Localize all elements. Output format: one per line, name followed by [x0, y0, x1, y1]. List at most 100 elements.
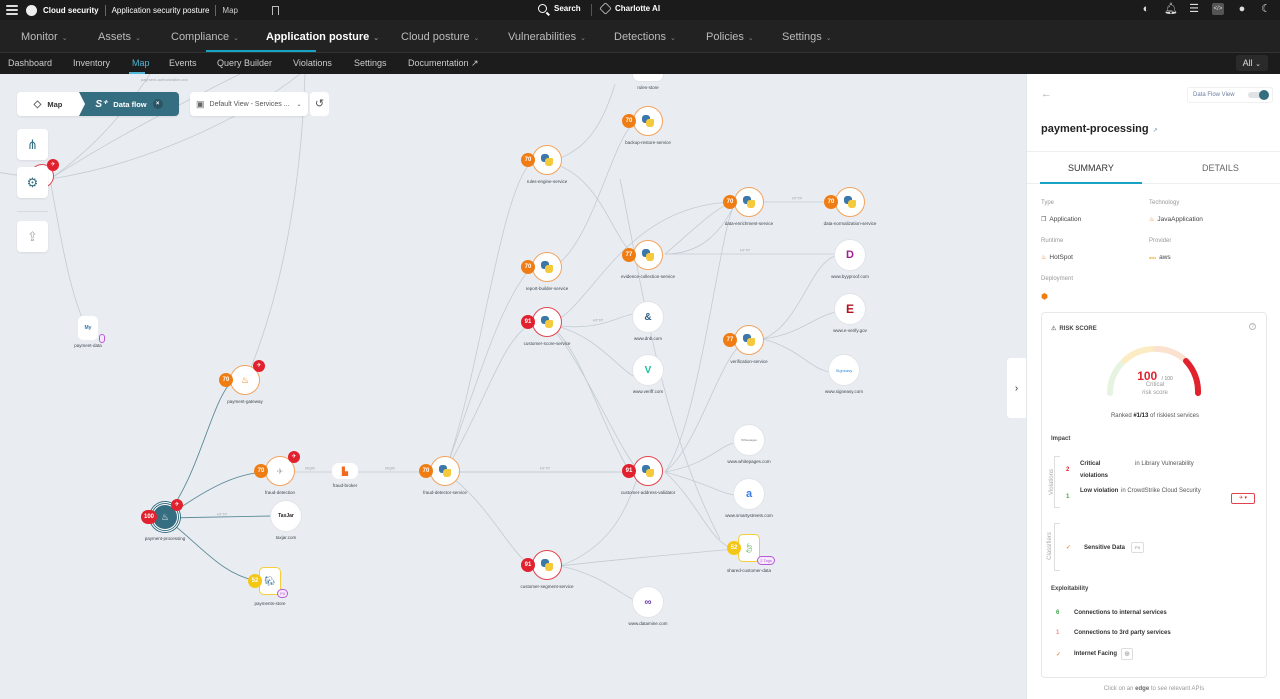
toggle-switch[interactable] — [1248, 90, 1269, 100]
collapse-panel-button[interactable]: › — [1007, 358, 1026, 418]
edge-label[interactable]: HTTP — [217, 512, 227, 517]
nav-application-posture[interactable]: Application posture ⌄ — [266, 31, 379, 43]
risk-ranking: Ranked #1/13 of riskiest services — [1110, 413, 1200, 419]
subnav-dashboard[interactable]: Dashboard — [8, 58, 52, 68]
chevron-down-icon: ⌄ — [473, 35, 480, 42]
connect-icon[interactable]: ◐ — [1140, 3, 1152, 15]
graph-node-fraud-detection[interactable]: ✈ 70 ✈ fraud-detection — [254, 451, 300, 495]
graph-node-smartystreets[interactable]: a www.smartystreets.com — [725, 479, 773, 518]
node-label: report-builder-service — [525, 286, 569, 291]
settings-button[interactable]: ⚙ — [17, 167, 48, 198]
crowdstrike-alert-icon: ✈ — [47, 159, 59, 171]
subnav-settings[interactable]: Settings — [354, 58, 387, 68]
subnav-map[interactable]: Map — [132, 58, 150, 68]
subnav-events[interactable]: Events — [169, 58, 197, 68]
tab-details[interactable]: DETAILS — [1202, 163, 1239, 173]
breadcrumb-section[interactable]: Application security posture — [112, 6, 210, 15]
graph-node-signeasy[interactable]: Signeasy www.signeasy.com — [825, 355, 863, 394]
nav-compliance[interactable]: Compliance ⌄ — [171, 31, 239, 43]
node-label-payment-authorization-svc[interactable]: payment-authorization-svc — [141, 77, 188, 82]
graph-node-customer-score-service[interactable]: 91 customer-score-service — [521, 307, 570, 346]
graph-node-payments-store[interactable]: 🐘︎ 52 PII payments-store — [248, 567, 288, 606]
nav-label: Cloud posture — [401, 31, 470, 43]
divider — [17, 211, 48, 212]
hierarchy-layout-button[interactable]: ⋔ — [17, 129, 48, 160]
nav-vulnerabilities[interactable]: Vulnerabilities ⌄ — [508, 31, 586, 43]
nav-monitor[interactable]: Monitor ⌄ — [21, 31, 68, 43]
back-arrow-icon[interactable]: ← — [1041, 88, 1052, 100]
graph-node-verification-service[interactable]: 77 verification-service — [723, 325, 768, 364]
graph-node-whitepages[interactable]: Whitepages www.whitepages.com — [727, 425, 771, 464]
toggle-label: Data Flow View — [1193, 92, 1235, 98]
nav-detections[interactable]: Detections ⌄ — [614, 31, 676, 43]
graph-node-customer-segment-service[interactable]: 91 customer-segment-service — [520, 550, 574, 589]
chevron-down-icon: ⌄ — [580, 35, 586, 42]
risk-score-badge: 100 — [141, 510, 157, 524]
messages-icon[interactable]: ☰ — [1188, 3, 1200, 15]
view-select-value: Default View - Services ... — [209, 100, 290, 108]
moon-icon[interactable]: ☾ — [1260, 3, 1272, 15]
tab-summary[interactable]: SUMMARY — [1068, 163, 1114, 173]
graph-node-customer-address-validator[interactable]: 91 customer-address-validator — [621, 456, 675, 495]
graph-node-veriff[interactable]: V www.veriff.com — [633, 355, 663, 394]
graph-node-datamine[interactable]: ∞ www.datamine.com — [628, 587, 668, 626]
search-button[interactable]: Search — [538, 4, 581, 13]
reset-view-button[interactable]: ↺ — [310, 92, 329, 116]
graph-node-report-builder-service[interactable]: 70 report-builder-service — [521, 252, 568, 291]
graph-node-data-normalization-service[interactable]: 70 data-normalization-service — [824, 187, 876, 226]
crowdstrike-badge[interactable]: ✈ ▾ — [1231, 493, 1255, 504]
graph-node-payment-data[interactable]: My payment-data — [74, 316, 105, 348]
graph-node-byyproof[interactable]: D www.byyproof.com — [831, 240, 869, 279]
subnav-query-builder[interactable]: Query Builder — [217, 58, 272, 68]
graph-node-rules-store[interactable]: rules-store — [633, 74, 663, 90]
edge-label[interactable]: HTTP — [792, 196, 802, 201]
user-icon[interactable]: ● — [1236, 3, 1248, 15]
edge-label[interactable]: MQM — [305, 466, 315, 471]
product-name[interactable]: Cloud security — [43, 6, 99, 15]
charlotte-ai-button[interactable]: Charlotte AI — [599, 2, 660, 15]
graph-node-rules-engine-service[interactable]: 70 rules-engine-service — [521, 145, 567, 184]
bookmark-icon[interactable] — [271, 5, 279, 15]
dataflow-mode-button[interactable]: S⁺ Data flow × — [79, 92, 179, 116]
map-mode-button[interactable]: ◇ Map — [17, 92, 79, 116]
graph-node-payment-gateway[interactable]: ♨ 70 ✈ payment-gateway — [219, 360, 265, 404]
map-canvas[interactable]: MQM MQM HTTP HTTP HTTP HTTP HTTP My paym… — [0, 74, 1026, 699]
graph-node-payment-processing[interactable]: ♨ 100 ✈ payment-processing — [141, 499, 185, 541]
subnav-documentation[interactable]: Documentation ↗ — [408, 58, 479, 69]
help-icon[interactable]: ? — [1249, 323, 1256, 330]
mongodb-icon: 🍃︎ 52 2 Tags — [727, 534, 775, 565]
nav-settings[interactable]: Settings ⌄ — [782, 31, 832, 43]
edge-label[interactable]: HTTP — [593, 318, 603, 323]
nav-policies[interactable]: Policies ⌄ — [706, 31, 754, 43]
classifier-sensitive-data: ✓ Sensitive Data PII — [1066, 542, 1144, 553]
scope-select[interactable]: All ⌄ — [1235, 55, 1268, 71]
subnav-inventory[interactable]: Inventory — [73, 58, 110, 68]
graph-node-fraud-broker[interactable]: ▙ fraud-broker — [332, 463, 358, 488]
close-icon[interactable]: × — [152, 99, 163, 109]
graph-node-backup-restore-service[interactable]: 70 backup-restore-service — [622, 106, 671, 145]
external-link-icon[interactable]: ↗ — [1153, 128, 1158, 134]
graph-node-shared-customer-data[interactable]: 🍃︎ 52 2 Tags shared-customer-data — [727, 534, 775, 573]
nav-assets[interactable]: Assets ⌄ — [98, 31, 141, 43]
bell-icon[interactable]: 🔔︎ — [1164, 3, 1178, 15]
view-select[interactable]: ▣ Default View - Services ... ⌄ — [190, 92, 308, 116]
violation-critical[interactable]: 2 Critical violations in Library Vulnera… — [1066, 458, 1246, 482]
code-icon[interactable]: </> — [1212, 3, 1224, 15]
edge-label[interactable]: MQM — [385, 466, 395, 471]
export-button[interactable]: ⇪ — [17, 221, 48, 252]
edge-label[interactable]: HTTP — [540, 466, 550, 471]
violation-low[interactable]: 1 Low violation in CrowdStrike Cloud Sec… — [1066, 485, 1246, 509]
graph-node-dnb[interactable]: & www.dnb.com — [633, 302, 663, 341]
graph-node-taxjar[interactable]: TaxJar taxjar.com — [271, 501, 301, 540]
graph-node-data-enrichment-service[interactable]: 70 data-enrichment-service — [723, 187, 773, 226]
graph-node-fraud-detector-service[interactable]: 70 fraud-detector-service — [419, 456, 467, 495]
subnav-violations[interactable]: Violations — [293, 58, 332, 68]
divider — [591, 4, 592, 16]
graph-node-evidence-collection-service[interactable]: 77 evidence-collection-service — [621, 240, 675, 279]
nav-cloud-posture[interactable]: Cloud posture ⌄ — [401, 31, 479, 43]
dataflow-view-toggle[interactable]: Data Flow View — [1187, 87, 1273, 103]
field-value: HotSpot — [1049, 254, 1073, 261]
edge-label[interactable]: HTTP — [740, 248, 750, 253]
graph-node-e-verify[interactable]: E www.e-verify.gov — [833, 294, 867, 333]
menu-icon[interactable] — [6, 5, 18, 15]
